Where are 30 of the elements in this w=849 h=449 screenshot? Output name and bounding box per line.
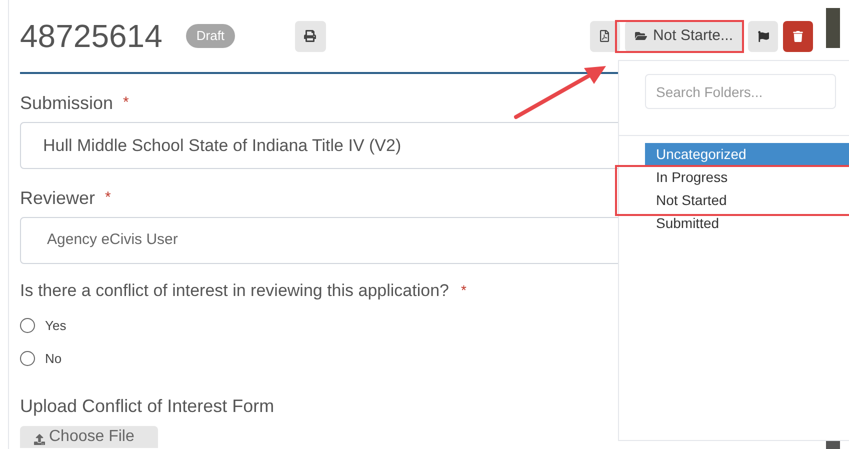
print-button[interactable] [294, 20, 326, 52]
option-label: No [45, 350, 62, 368]
scrollbar[interactable] [826, 8, 840, 48]
print-icon [304, 30, 316, 42]
required-asterisk: * [461, 281, 466, 300]
choose-file-button[interactable]: Choose File [20, 426, 158, 448]
status-badge: Draft [186, 24, 235, 48]
pdf-icon [599, 30, 610, 42]
question-label: Is there a conflict of interest in reviewing this application? [20, 280, 450, 302]
record-title: 48725614 [20, 17, 162, 56]
radio-button[interactable] [20, 318, 35, 333]
folder-dropdown-button[interactable]: Not Starte... [624, 20, 743, 52]
folder-item[interactable]: In Progress [645, 166, 849, 189]
search-field[interactable]: Search Folders... [645, 74, 836, 109]
required-asterisk: * [105, 188, 111, 208]
folder-item[interactable]: Uncategorized [645, 143, 849, 166]
folder-icon [634, 30, 647, 42]
flag-button[interactable] [748, 20, 778, 52]
required-asterisk: * [123, 93, 129, 114]
delete-button[interactable] [783, 20, 813, 52]
option-label: Yes [45, 316, 66, 334]
radio-button[interactable] [20, 351, 35, 366]
upload-label: Upload Conflict of Interest Form [20, 394, 276, 418]
pdf-button[interactable] [590, 20, 620, 52]
field-label: Submission [20, 92, 114, 115]
field-label: Reviewer [20, 187, 96, 210]
upload-icon [34, 434, 45, 444]
trash-icon [793, 30, 803, 42]
flag-icon [758, 30, 768, 42]
folder-item[interactable]: Not Started [645, 189, 849, 212]
